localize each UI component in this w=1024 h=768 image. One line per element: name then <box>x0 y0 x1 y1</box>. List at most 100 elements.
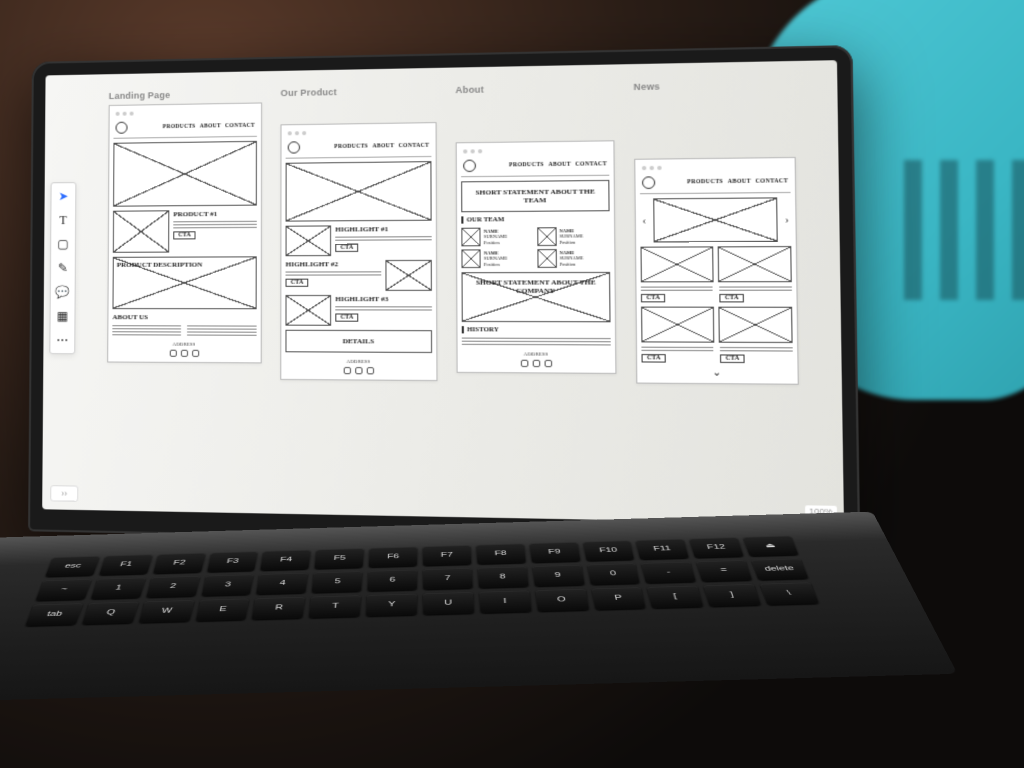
keyboard-key: F2 <box>153 553 205 574</box>
hero-image-placeholder <box>286 161 432 222</box>
nav-link: CONTACT <box>225 123 255 129</box>
footer-address: ADDRESS <box>172 343 195 348</box>
logo-icon <box>116 122 128 134</box>
frame-tool[interactable]: ▦ <box>54 307 72 325</box>
window-controls-icon <box>461 146 609 154</box>
design-app-screen: ➤T▢✎💬▦⋯ Landing Page PRODUCTS AB <box>42 60 844 524</box>
keyboard-key: F9 <box>529 542 580 563</box>
nav-link: PRODUCTS <box>687 179 723 186</box>
keyboard-key: F6 <box>369 547 417 568</box>
wireframe-nav: PRODUCTS ABOUT CONTACT <box>461 156 609 177</box>
nav-link: CONTACT <box>756 178 789 185</box>
text-tool[interactable]: T <box>54 211 72 229</box>
carousel: ‹ › <box>640 197 791 242</box>
keyboard-key: 6 <box>368 570 417 592</box>
cta-button: CTA <box>335 244 358 252</box>
details-heading: DETAILS <box>286 331 431 352</box>
artboard-title: Our Product <box>281 86 437 98</box>
laptop: ➤T▢✎💬▦⋯ Landing Page PRODUCTS AB <box>28 45 860 549</box>
news-grid <box>640 246 791 282</box>
nav-link: CONTACT <box>575 161 607 168</box>
cta-button: CTA <box>173 231 196 239</box>
about-columns <box>112 325 256 336</box>
comment-tool[interactable]: 💬 <box>54 283 72 301</box>
keyboard-key: 4 <box>257 573 309 595</box>
keyboard-key: 5 <box>312 571 362 593</box>
footer-address: ADDRESS <box>524 352 549 357</box>
product-heading: PRODUCT #1 <box>173 210 256 219</box>
social-icons <box>169 350 199 357</box>
keyboard-key: U <box>423 592 474 615</box>
keyboard-key: O <box>535 589 588 612</box>
artboard-title: About <box>455 83 614 95</box>
canvas[interactable]: ➤T▢✎💬▦⋯ Landing Page PRODUCTS AB <box>42 60 844 524</box>
history-label: HISTORY <box>462 326 611 334</box>
pen-tool[interactable]: ✎ <box>54 259 72 277</box>
more-tool[interactable]: ⋯ <box>53 331 71 349</box>
description-heading: PRODUCT DESCRIPTION <box>117 261 203 269</box>
keyboard-key: 3 <box>201 574 254 596</box>
keyboard-key: F3 <box>207 551 258 572</box>
company-statement: SHORT STATEMENT ABOUT THE COMPANY <box>462 272 611 322</box>
cta-button: CTA <box>641 354 666 363</box>
cta-button: CTA <box>719 294 744 302</box>
nav-link: PRODUCTS <box>334 143 368 150</box>
keyboard-key: \ <box>760 582 819 605</box>
cursor-tool[interactable]: ➤ <box>54 187 72 205</box>
chevron-left-icon: ‹ <box>642 215 646 227</box>
keyboard-key: ] <box>704 584 761 607</box>
wireframe-nav: PRODUCTS ABOUT CONTACT <box>113 118 256 139</box>
keyboard-key: T <box>309 595 361 618</box>
wireframe-footer: ADDRESS <box>112 339 256 358</box>
wireframe-footer: ADDRESS <box>462 349 611 369</box>
keyboard-key: = <box>696 560 752 582</box>
laptop-keyboard: escF1F2F3F4F5F6F7F8F9F10F11F12⏏︎~1234567… <box>0 512 958 703</box>
keyboard-key: Y <box>366 594 417 617</box>
window-controls-icon <box>114 108 257 116</box>
window-controls-icon <box>286 127 432 135</box>
chevron-right-icon: › <box>785 214 789 226</box>
artboard-title: Landing Page <box>109 89 262 101</box>
artboard-news[interactable]: News PRODUCTS ABOUT CONTACT <box>634 80 799 385</box>
keyboard-key: F8 <box>476 544 525 565</box>
our-team-label: OUR TEAM <box>461 215 609 223</box>
keyboard-key: esc <box>45 556 99 577</box>
nav-link: ABOUT <box>728 179 751 186</box>
keyboard-key: 2 <box>146 576 200 598</box>
artboard-about[interactable]: About PRODUCTS ABOUT CONTACT <box>455 83 616 374</box>
collapse-panel-button[interactable]: ›› <box>50 485 78 502</box>
footer-address: ADDRESS <box>346 360 370 365</box>
nav-link: CONTACT <box>399 143 430 150</box>
wireframe-nav: PRODUCTS ABOUT CONTACT <box>286 138 432 159</box>
keyboard-key: 8 <box>478 566 529 588</box>
nav-link: PRODUCTS <box>509 162 544 169</box>
cta-button: CTA <box>286 279 309 287</box>
artboard-landing[interactable]: Landing Page PRODUCTS ABOUT CONTACT <box>107 89 262 363</box>
artboards-row: Landing Page PRODUCTS ABOUT CONTACT <box>106 80 820 503</box>
sticky-tool[interactable]: ▢ <box>54 235 72 253</box>
highlight-image-placeholder <box>385 260 431 291</box>
product-image-placeholder <box>113 210 170 253</box>
logo-icon <box>288 141 300 153</box>
keyboard-key: Q <box>82 602 139 625</box>
artboard-product[interactable]: Our Product PRODUCTS ABOUT CONTACT <box>280 86 437 381</box>
keyboard-key: [ <box>647 586 703 609</box>
highlight-heading: HIGHLIGHT #1 <box>335 225 431 234</box>
nav-link: ABOUT <box>200 123 221 129</box>
keyboard-key: 1 <box>91 578 146 600</box>
nav-link: PRODUCTS <box>163 124 196 130</box>
cta-button: CTA <box>720 354 745 363</box>
cta-button: CTA <box>335 313 358 321</box>
keyboard-key: 9 <box>532 565 584 587</box>
about-heading: ABOUT US <box>112 313 256 321</box>
hero-image-placeholder <box>113 141 257 207</box>
artboard-title: News <box>634 80 795 92</box>
keyboard-key: I <box>479 590 531 613</box>
highlight-heading: HIGHLIGHT #2 <box>286 260 382 268</box>
nav-link: ABOUT <box>548 162 571 168</box>
keyboard-key: F4 <box>261 550 311 571</box>
highlight-image-placeholder <box>286 225 332 256</box>
nav-link: ABOUT <box>372 143 394 149</box>
chevron-down-icon: ⌄ <box>642 367 794 380</box>
keyboard-key: P <box>591 587 646 610</box>
